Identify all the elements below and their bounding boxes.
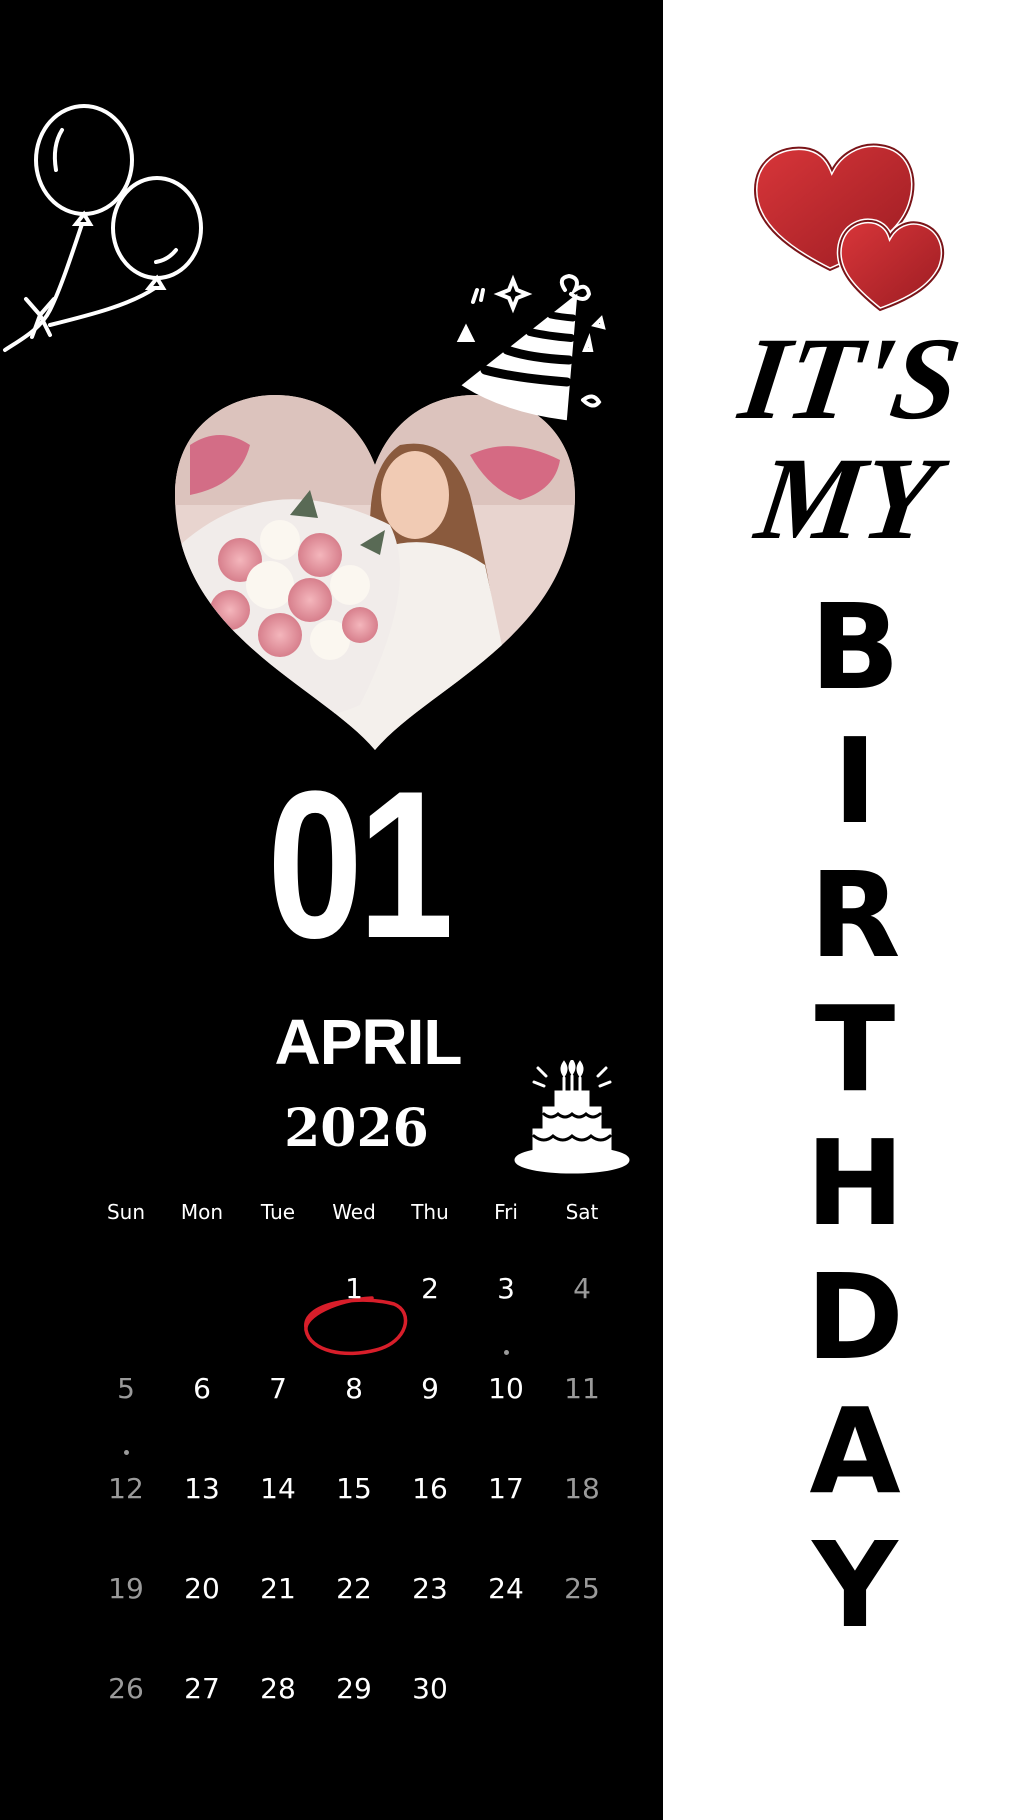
calendar-day-label: 3 [497,1272,515,1305]
calendar-day[interactable]: 23 [392,1572,468,1605]
month-calendar: Sun Mon Tue Wed Thu Fri Sat 1 2 3 4 5 6 … [88,1200,628,1732]
weekday-thu: Thu [411,1200,449,1224]
weekday-sun: Sun [106,1200,146,1224]
birthday-vertical-text: BIRTHDAY [800,580,910,1652]
party-hat-icon [456,273,606,421]
calendar-day[interactable]: 27 [164,1672,240,1705]
calendar-day-marked[interactable]: 3 [468,1272,544,1355]
its-text: IT'S [732,313,968,444]
calendar-day[interactable]: 24 [468,1572,544,1605]
calendar-day[interactable]: 20 [164,1572,240,1605]
birthday-letter: I [833,712,877,850]
calendar-day[interactable]: 28 [240,1672,316,1705]
calendar-day[interactable]: 25 [544,1572,620,1605]
birthday-calendar-wallpaper: 01 APRIL 2026 Sun Mon Tue Wed Thu Fri Sa… [0,0,1024,1820]
calendar-week: 1 2 3 4 [88,1232,628,1356]
double-heart-icon [752,142,946,313]
weekday-fri: Fri [494,1200,518,1224]
heart-photo-frame [175,395,575,750]
calendar-week: 12 13 14 15 16 17 18 [88,1432,628,1532]
birthday-letter: Y [812,1516,898,1654]
calendar-day[interactable]: 17 [468,1472,544,1505]
day-number: 01 [267,747,454,982]
calendar-day[interactable]: 16 [392,1472,468,1505]
calendar-day[interactable]: 21 [240,1572,316,1605]
calendar-day[interactable]: 2 [392,1272,468,1305]
birthday-letter: R [809,846,901,984]
my-text: MY [749,433,945,564]
calendar-day[interactable]: 15 [316,1472,392,1505]
calendar-day[interactable]: 11 [544,1372,620,1405]
calendar-day[interactable]: 10 [468,1372,544,1405]
weekday-wed: Wed [332,1200,376,1224]
birthday-letter: T [814,980,896,1118]
birthday-letter: D [806,1248,904,1386]
calendar-day[interactable]: 18 [544,1472,620,1505]
birthday-cake-icon [514,1060,630,1174]
calendar-day[interactable]: 13 [164,1472,240,1505]
calendar-day-label: 1 [345,1272,363,1305]
birthday-letter: A [809,1382,901,1520]
calendar-day-label: 5 [117,1372,135,1405]
calendar-day[interactable]: 7 [240,1372,316,1405]
calendar-day[interactable]: 6 [164,1372,240,1405]
calendar-day-circled[interactable]: 1 [304,1272,408,1356]
weekday-sat: Sat [565,1200,599,1224]
calendar-week: 5 6 7 8 9 10 11 [88,1332,628,1455]
calendar-day-marked[interactable]: 5 [88,1372,164,1455]
birthday-letter: B [810,578,900,716]
calendar-week: 26 27 28 29 30 [88,1632,628,1732]
balloons-icon [3,104,203,352]
calendar-day[interactable]: 26 [88,1672,164,1705]
calendar-day[interactable]: 8 [316,1372,392,1405]
calendar-day[interactable]: 4 [544,1272,620,1305]
calendar-day[interactable]: 14 [240,1472,316,1505]
calendar-week: 19 20 21 22 23 24 25 [88,1532,628,1632]
weekday-mon: Mon [180,1200,224,1224]
birthday-letter: H [805,1114,905,1252]
calendar-day[interactable]: 12 [88,1472,164,1505]
weekday-tue: Tue [260,1200,296,1224]
calendar-day[interactable]: 19 [88,1572,164,1605]
calendar-day[interactable]: 9 [392,1372,468,1405]
calendar-day[interactable]: 30 [392,1672,468,1705]
calendar-day[interactable]: 22 [316,1572,392,1605]
weekday-header: Sun Mon Tue Wed Thu Fri Sat [88,1200,628,1232]
calendar-day[interactable]: 29 [316,1672,392,1705]
